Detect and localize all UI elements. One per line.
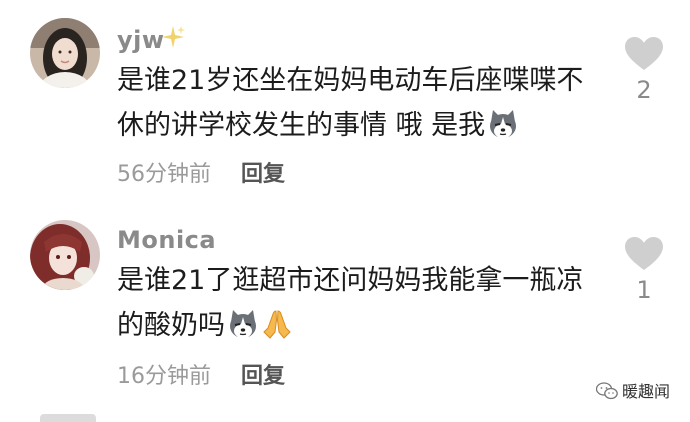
like-count: 1 (636, 276, 652, 304)
husky-emoji-icon (230, 310, 256, 338)
wechat-icon (595, 382, 618, 400)
next-comment-edge (40, 414, 96, 422)
anime-avatar-icon (30, 220, 100, 290)
user-avatar[interactable] (30, 220, 100, 290)
username[interactable]: Monica (117, 226, 216, 254)
comment-meta: 56分钟前 回复 (117, 156, 285, 188)
heart-icon (625, 237, 663, 270)
husky-emoji-icon (490, 110, 517, 138)
comment-time: 56分钟前 (117, 162, 211, 187)
pray-emoji-icon (263, 310, 291, 339)
girl-avatar-icon (30, 18, 100, 88)
comment-body: 是谁21了逛超市还问妈妈我能拿一瓶凉的酸奶吗 (117, 265, 584, 341)
reply-button[interactable]: 回复 (241, 162, 285, 187)
comment-text: 是谁21了逛超市还问妈妈我能拿一瓶凉的酸奶吗 (117, 258, 587, 348)
sparkle-icon (162, 26, 185, 48)
username[interactable]: yjw (117, 26, 165, 54)
user-avatar[interactable] (30, 18, 100, 88)
comment-meta: 16分钟前 回复 (117, 358, 285, 390)
like-count: 2 (636, 76, 652, 104)
comment-time: 16分钟前 (117, 364, 211, 389)
like-button[interactable]: 2 (622, 36, 666, 104)
heart-icon (625, 37, 663, 70)
comment-item: Monica 是谁21了逛超市还问妈妈我能拿一瓶凉的酸奶吗 16分钟前 回复 1 (0, 200, 690, 415)
like-button[interactable]: 1 (622, 236, 666, 304)
watermark: 暖趣闻 (595, 378, 670, 402)
comment-text: 是谁21岁还坐在妈妈电动车后座喋喋不休的讲学校发生的事情 哦 是我 (117, 58, 587, 148)
reply-button[interactable]: 回复 (241, 364, 285, 389)
comment-item: yjw 是谁21岁还坐在妈妈电动车后座喋喋不休的讲学校发生的事情 哦 是我 56… (0, 0, 690, 200)
watermark-label: 暖趣闻 (621, 382, 670, 401)
